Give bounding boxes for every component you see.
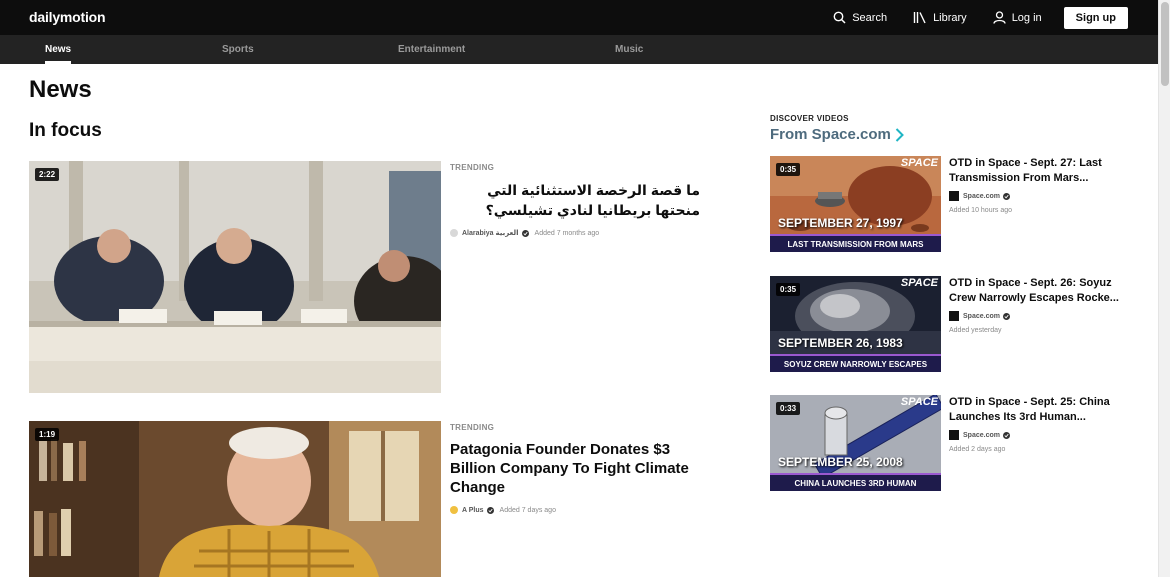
thumbnail-caption: LAST TRANSMISSION FROM MARS PATHFINDER	[770, 234, 941, 252]
portrait-thumbnail-image	[29, 421, 441, 577]
video-title[interactable]: OTD in Space - Sept. 26: Soyuz Crew Narr…	[949, 276, 1129, 306]
channel-avatar	[450, 506, 458, 514]
side-video-card: 0:33 SPACE SEPTEMBER 25, 2008 CHINA LAUN…	[770, 395, 1130, 491]
channel-name[interactable]: Alarabiya العربية	[462, 229, 519, 237]
video-duration: 0:35	[776, 163, 801, 176]
library-icon	[913, 12, 926, 24]
added-date: Added 7 days ago	[499, 506, 556, 514]
thumbnail-brand: SPACE	[900, 157, 938, 169]
video-thumbnail[interactable]: 1:19	[29, 421, 441, 577]
video-meta: A Plus Added 7 days ago	[450, 506, 710, 514]
discover-channel-link[interactable]: From Space.com	[770, 126, 904, 143]
video-meta: Space.com	[949, 191, 1129, 201]
side-video-card: 0:35 SPACE SEPTEMBER 27, 1997 LAST TRANS…	[770, 156, 1130, 252]
signup-button[interactable]: Sign up	[1063, 6, 1128, 29]
page-scrollbar[interactable]	[1158, 0, 1170, 577]
verified-icon	[1002, 192, 1010, 200]
thumbnail-caption: CHINA LAUNCHES 3RD HUMAN SPACEFLIGHT	[770, 473, 941, 491]
chevron-right-icon	[895, 127, 904, 142]
logo[interactable]: dailymotion	[29, 9, 106, 25]
video-duration: 2:22	[35, 168, 60, 181]
trending-tag: TRENDING	[450, 163, 495, 172]
channel-name[interactable]: Space.com	[963, 313, 1000, 320]
verified-icon	[521, 229, 529, 237]
channel-name[interactable]: Space.com	[963, 193, 1000, 200]
top-actions: Search Library Log in Sign up	[807, 0, 1128, 35]
login-label: Log in	[1011, 11, 1042, 24]
page-title: News	[29, 76, 92, 103]
featured-video-card: 2:22 TRENDING ما قصة الرخصة الاستثنائية …	[29, 161, 709, 393]
meeting-thumbnail-image	[29, 161, 441, 393]
thumbnail-date: SEPTEMBER 27, 1997	[778, 216, 903, 230]
added-date: Added yesterday	[949, 327, 1002, 334]
video-thumbnail[interactable]: 0:35 SPACE SEPTEMBER 26, 1983 SOYUZ CREW…	[770, 276, 941, 372]
channel-avatar	[949, 191, 959, 201]
top-bar: dailymotion Search Library Log in Sign u…	[0, 0, 1170, 35]
channel-avatar	[949, 430, 959, 440]
search-button[interactable]: Search	[833, 11, 887, 24]
login-button[interactable]: Log in	[993, 11, 1042, 24]
verified-icon	[1002, 312, 1010, 320]
channel-avatar	[450, 229, 458, 237]
scrollbar-thumb[interactable]	[1161, 2, 1169, 86]
video-thumbnail[interactable]: 0:35 SPACE SEPTEMBER 27, 1997 LAST TRANS…	[770, 156, 941, 252]
tab-music[interactable]: Music	[615, 35, 643, 64]
video-meta: Alarabiya العربية Added 7 months ago	[450, 229, 710, 237]
video-title[interactable]: Patagonia Founder Donates $3 Billion Com…	[450, 440, 710, 497]
video-duration: 0:35	[776, 283, 801, 296]
verified-icon	[1002, 431, 1010, 439]
discover-title: From Space.com	[770, 126, 891, 143]
channel-avatar	[949, 311, 959, 321]
channel-name[interactable]: Space.com	[963, 432, 1000, 439]
discover-label: DISCOVER VIDEOS	[770, 114, 849, 123]
thumbnail-date: SEPTEMBER 26, 1983	[778, 336, 903, 350]
thumbnail-brand: SPACE	[900, 277, 938, 289]
verified-icon	[486, 506, 494, 514]
library-button[interactable]: Library	[913, 11, 967, 24]
video-title[interactable]: OTD in Space - Sept. 27: Last Transmissi…	[949, 156, 1129, 186]
video-info: TRENDING ما قصة الرخصة الاستثنائية التي …	[450, 161, 710, 237]
search-label: Search	[852, 11, 888, 24]
featured-video-card: 1:19 TRENDING Patagonia Founder Donates …	[29, 421, 709, 577]
video-info: TRENDING Patagonia Founder Donates $3 Bi…	[450, 421, 710, 514]
thumbnail-date: SEPTEMBER 25, 2008	[778, 455, 903, 469]
search-icon	[833, 11, 846, 24]
trending-tag: TRENDING	[450, 423, 495, 432]
added-date: Added 10 hours ago	[949, 207, 1013, 214]
added-date: Added 7 months ago	[534, 229, 600, 237]
video-thumbnail[interactable]: 2:22	[29, 161, 441, 393]
video-meta: Space.com	[949, 311, 1129, 321]
video-meta: Space.com	[949, 430, 1129, 440]
tab-news[interactable]: News	[45, 35, 72, 64]
category-nav: News Sports Entertainment Music	[0, 35, 1158, 64]
video-duration: 1:19	[35, 428, 60, 441]
tab-entertainment[interactable]: Entertainment	[398, 35, 465, 64]
channel-name[interactable]: A Plus	[462, 507, 484, 514]
video-title[interactable]: ما قصة الرخصة الاستثنائية التي منحتها بر…	[450, 180, 700, 220]
video-info: OTD in Space - Sept. 25: China Launches …	[949, 395, 1129, 453]
section-title: In focus	[29, 120, 102, 141]
added-date: Added 2 days ago	[949, 446, 1006, 453]
user-icon	[993, 11, 1006, 24]
video-info: OTD in Space - Sept. 26: Soyuz Crew Narr…	[949, 276, 1129, 334]
side-video-card: 0:35 SPACE SEPTEMBER 26, 1983 SOYUZ CREW…	[770, 276, 1130, 372]
video-title[interactable]: OTD in Space - Sept. 25: China Launches …	[949, 395, 1129, 425]
video-info: OTD in Space - Sept. 27: Last Transmissi…	[949, 156, 1129, 214]
thumbnail-caption: SOYUZ CREW NARROWLY ESCAPES EXPLOSION	[770, 354, 941, 372]
video-duration: 0:33	[776, 402, 801, 415]
video-thumbnail[interactable]: 0:33 SPACE SEPTEMBER 25, 2008 CHINA LAUN…	[770, 395, 941, 491]
thumbnail-brand: SPACE	[900, 396, 938, 408]
library-label: Library	[933, 11, 967, 24]
tab-sports[interactable]: Sports	[222, 35, 254, 64]
